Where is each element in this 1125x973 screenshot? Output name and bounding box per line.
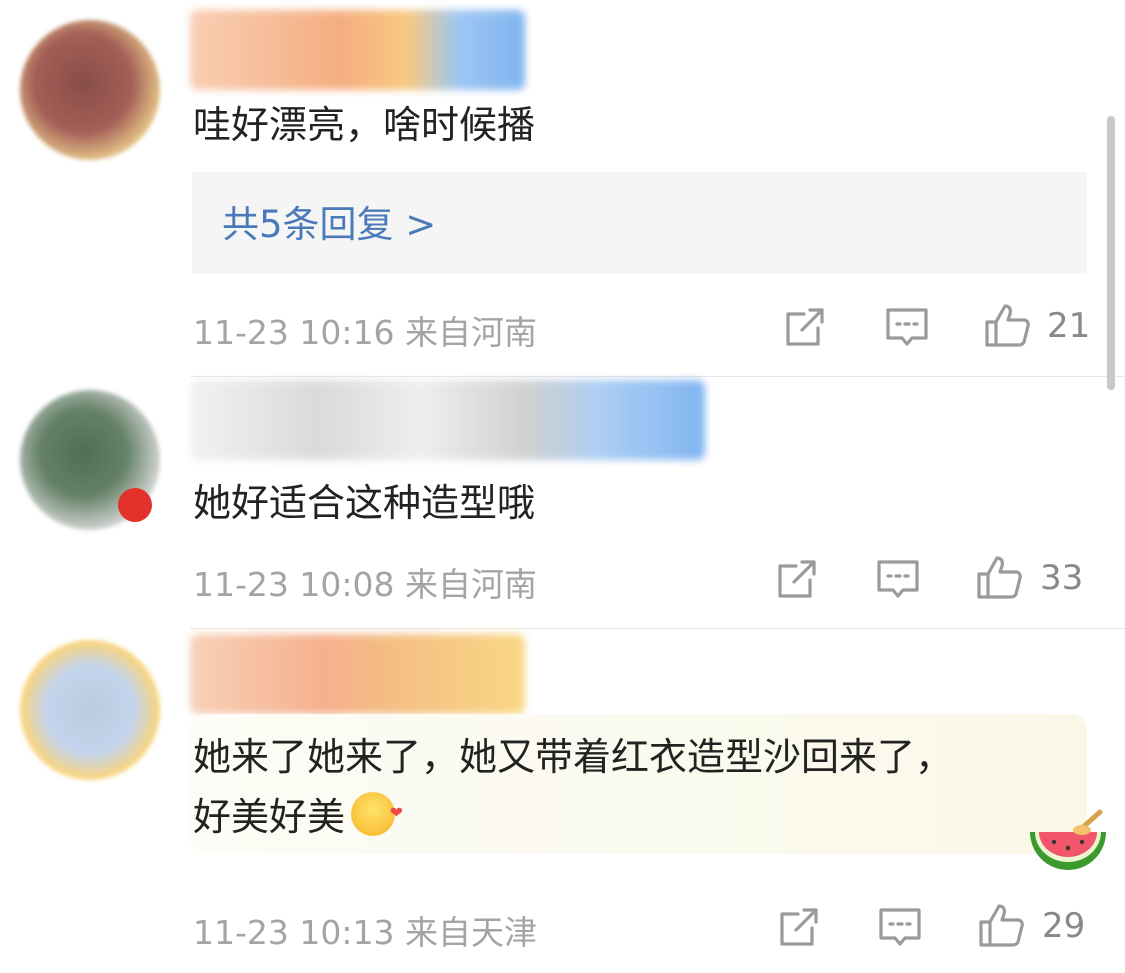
view-replies-button[interactable]: 共5条回复 > — [192, 172, 1087, 274]
thumbs-up-icon[interactable] — [978, 902, 1024, 948]
scrollbar[interactable] — [1107, 116, 1115, 390]
location: 来自天津 — [404, 913, 537, 952]
share-icon[interactable] — [776, 904, 822, 950]
comment-icon[interactable] — [884, 304, 930, 350]
like-count: 21 — [1047, 306, 1091, 346]
username-redacted[interactable] — [190, 634, 525, 714]
location: 来自河南 — [404, 313, 537, 352]
location: 来自河南 — [404, 565, 537, 604]
comment-text: 她好适合这种造型哦 — [193, 481, 536, 525]
timestamp: 11-23 10:16 — [193, 313, 395, 352]
avatar[interactable] — [20, 20, 160, 160]
comment-text: 哇好漂亮，啥时候播 — [193, 103, 536, 147]
divider — [190, 376, 1125, 377]
thumbs-up-icon[interactable] — [976, 554, 1022, 600]
hug-emoji-icon — [351, 784, 403, 842]
thumbs-up-icon[interactable] — [984, 302, 1030, 348]
comment-text-line-1: 她来了她来了，她又带着红衣造型沙回来了， — [193, 735, 954, 779]
username-redacted[interactable] — [190, 380, 705, 460]
divider — [190, 628, 1125, 629]
replies-label[interactable]: 共5条回复 > — [222, 194, 436, 248]
timestamp: 11-23 10:08 — [193, 565, 395, 604]
comment-icon[interactable] — [877, 904, 923, 950]
verified-badge-icon — [118, 488, 152, 522]
username-redacted[interactable] — [190, 10, 525, 90]
comment-text-line-2: 好美好美 — [193, 784, 403, 846]
share-icon[interactable] — [774, 556, 820, 602]
watermelon-badge-icon — [1028, 806, 1108, 876]
comment-icon[interactable] — [875, 556, 921, 602]
comment-meta: 11-23 10:13 来自天津 — [193, 906, 537, 954]
like-count: 33 — [1040, 558, 1084, 598]
timestamp: 11-23 10:13 — [193, 913, 395, 952]
share-icon[interactable] — [782, 304, 828, 350]
comment-meta: 11-23 10:16 来自河南 — [193, 306, 537, 354]
like-count: 29 — [1042, 906, 1086, 946]
comment-text-line-2-label: 好美好美 — [193, 795, 346, 839]
comment-meta: 11-23 10:08 来自河南 — [193, 558, 537, 606]
avatar[interactable] — [20, 640, 160, 780]
